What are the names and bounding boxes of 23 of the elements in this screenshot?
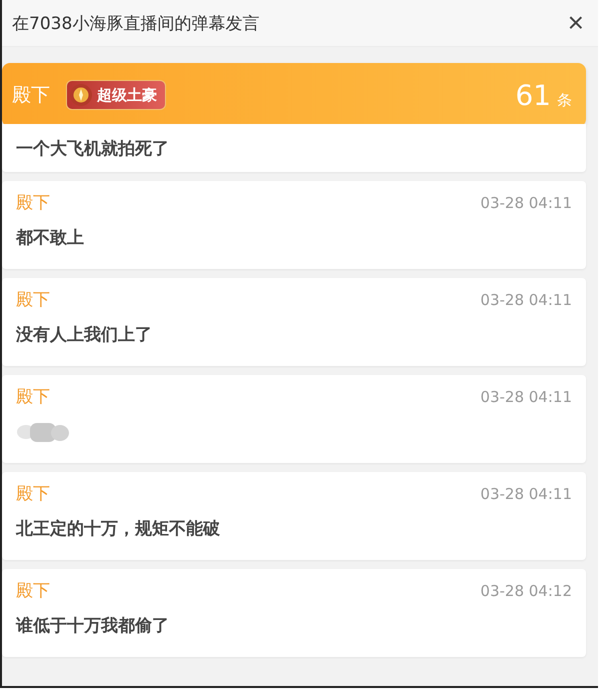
rank-badge: 超级土豪: [66, 80, 166, 110]
message-time: 03-28 04:11: [480, 194, 572, 212]
dialog-title: 在7038小海豚直播间的弹幕发言: [12, 12, 260, 34]
message-text: 一个大飞机就拍死了: [16, 138, 170, 160]
message-text: 北王定的十万，规矩不能破: [16, 518, 221, 540]
user-name: 殿下: [16, 192, 50, 214]
blurred-sticker-icon: [16, 420, 70, 444]
message-count: 61: [515, 78, 551, 112]
message-time: 03-28 04:11: [480, 388, 572, 406]
user-name: 殿下: [12, 83, 50, 108]
user-name: 殿下: [16, 386, 50, 408]
message-text: 谁低于十万我都偷了: [16, 615, 170, 637]
message-time: 03-28 04:11: [480, 290, 572, 308]
user-name: 殿下: [16, 580, 50, 602]
user-name: 殿下: [16, 483, 50, 505]
count-unit: 条: [557, 91, 572, 110]
user-name: 殿下: [16, 289, 50, 311]
message-time: 03-28 04:11: [480, 484, 572, 502]
coin-icon: [69, 83, 93, 107]
close-button[interactable]: ×: [564, 9, 588, 37]
message-text: 没有人上我们上了: [16, 324, 153, 346]
message-time: 03-28 04:12: [480, 582, 572, 600]
message-text: 都不敢上: [16, 227, 85, 249]
